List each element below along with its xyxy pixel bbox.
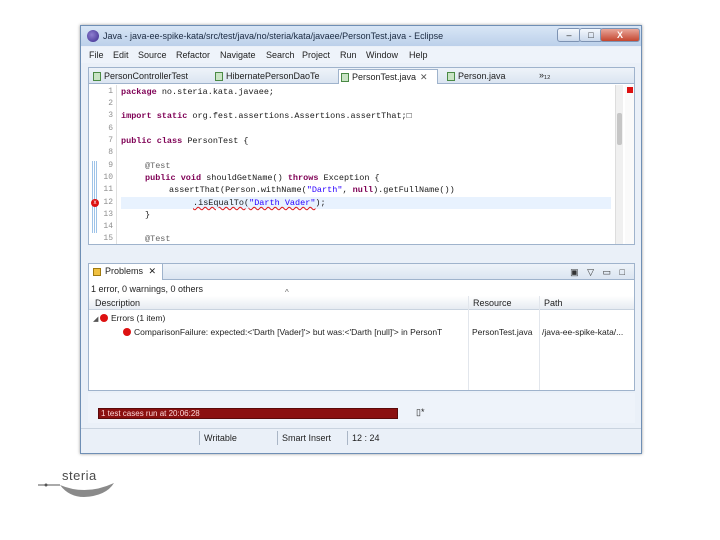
close-tab-icon[interactable]: ✕ <box>149 266 157 276</box>
line-number-gutter: 1 2 3 6 7 8 9 10 11 12 13 14 15 x <box>89 85 117 244</box>
line-number: 2 <box>108 99 113 108</box>
line-number: 3 <box>108 111 113 120</box>
menu-file[interactable]: File <box>89 50 104 60</box>
tab-person-test[interactable]: PersonTest.java ✕ <box>338 69 438 84</box>
collapse-icon: ◢ <box>93 316 99 323</box>
tab-label: PersonControllerTest <box>104 71 189 81</box>
problems-tab-label: Problems <box>105 266 144 276</box>
java-file-icon <box>93 72 101 81</box>
menu-navigate[interactable]: Navigate <box>220 50 256 60</box>
java-file-icon <box>215 72 223 81</box>
tab-person[interactable]: Person.java <box>445 69 525 84</box>
menu-project[interactable]: Project <box>302 50 330 60</box>
code-line: import static org.fest.assertions.Assert… <box>121 111 412 121</box>
code-line: public class PersonTest { <box>121 136 249 146</box>
minimize-button[interactable]: – <box>557 28 581 42</box>
menu-help[interactable]: Help <box>409 50 428 60</box>
problems-view: Problems ✕ ▣ ▽ ▭ □ 1 error, 0 warnings, … <box>88 263 635 391</box>
tab-label: Person.java <box>458 71 506 81</box>
code-line: public void shouldGetName() throws Excep… <box>145 173 380 183</box>
eclipse-window: Java - java-ee-spike-kata/src/test/java/… <box>80 25 642 454</box>
scrollbar-thumb[interactable] <box>617 113 622 145</box>
menu-edit[interactable]: Edit <box>113 50 129 60</box>
menu-window[interactable]: Window <box>366 50 398 60</box>
line-number: 12 <box>103 198 113 207</box>
status-bar: Writable Smart Insert 12 : 24 <box>81 428 641 446</box>
problems-icon <box>93 268 101 276</box>
error-resource: PersonTest.java <box>472 327 533 337</box>
menu-run[interactable]: Run <box>340 50 357 60</box>
line-number: 9 <box>108 161 113 170</box>
column-description[interactable]: Description <box>95 298 140 308</box>
title-bar: Java - java-ee-spike-kata/src/test/java/… <box>81 26 641 46</box>
junit-progress-bar: 1 test cases run at 20:06:28 <box>98 408 398 419</box>
window-title: Java - java-ee-spike-kata/src/test/java/… <box>103 31 444 41</box>
table-row[interactable]: ComparisonFailure: expected:<'Darth [Vad… <box>89 325 634 339</box>
menu-source[interactable]: Source <box>138 50 167 60</box>
code-line: package no.steria.kata.javaee; <box>121 87 275 97</box>
change-marker <box>92 161 98 233</box>
overview-error-marker[interactable] <box>627 87 633 93</box>
code-line: .isEqualTo("Darth Vader"); <box>193 198 326 208</box>
error-path: /java-ee-spike-kata/... <box>542 327 624 337</box>
close-button[interactable]: X <box>600 28 640 42</box>
steria-logo: steria <box>36 466 126 506</box>
error-marker-icon[interactable]: x <box>91 199 99 207</box>
menu-refactor[interactable]: Refactor <box>176 50 210 60</box>
status-insert-mode: Smart Insert <box>277 431 347 445</box>
column-path[interactable]: Path <box>544 298 563 308</box>
line-number: 14 <box>103 222 113 231</box>
code-area[interactable]: package no.steria.kata.javaee; import st… <box>121 85 611 244</box>
problems-table-header: Description Resource Path <box>89 296 634 310</box>
tab-overflow-chevron-icon[interactable]: »₁₂ <box>539 70 551 80</box>
group-label: Errors (1 item) <box>111 313 166 323</box>
java-file-icon <box>447 72 455 81</box>
status-writable: Writable <box>199 431 277 445</box>
problems-tab-bar: Problems ✕ ▣ ▽ ▭ □ <box>89 264 634 280</box>
problems-summary: 1 error, 0 warnings, 0 others <box>91 284 204 294</box>
eclipse-app-icon <box>87 30 99 42</box>
tab-hibernate-person-dao-test[interactable]: HibernatePersonDaoTe <box>213 69 333 84</box>
line-number: 11 <box>103 185 113 194</box>
table-row[interactable]: ◢ Errors (1 item) <box>89 311 634 325</box>
line-number: 8 <box>108 148 113 157</box>
error-icon <box>123 328 131 336</box>
java-file-icon <box>341 73 349 82</box>
error-icon <box>100 314 108 322</box>
line-number: 1 <box>108 87 113 96</box>
line-number: 6 <box>108 124 113 133</box>
tab-label: PersonTest.java <box>352 72 417 82</box>
editor-vertical-scrollbar[interactable] <box>615 85 623 244</box>
junit-status: 1 test cases run at 20:06:28 ▯* <box>88 393 635 423</box>
line-number: 10 <box>103 173 113 182</box>
menu-search[interactable]: Search <box>266 50 295 60</box>
code-line: } <box>145 210 151 220</box>
tab-problems[interactable]: Problems ✕ <box>89 264 163 280</box>
description-text: ComparisonFailure: expected:<'Darth [Vad… <box>134 327 443 337</box>
view-menu-buttons[interactable]: ▣ ▽ ▭ □ <box>570 267 628 278</box>
tab-person-controller-test[interactable]: PersonControllerTest <box>91 69 211 84</box>
code-line: assertThat(Person.withName("Darth", null… <box>169 185 455 195</box>
code-editor: PersonControllerTest HibernatePersonDaoT… <box>88 67 635 245</box>
close-tab-icon[interactable]: ✕ <box>420 72 428 82</box>
junit-icon[interactable]: ▯* <box>416 407 424 418</box>
line-number: 7 <box>108 136 113 145</box>
line-number: 15 <box>103 234 113 243</box>
logo-wordmark: steria <box>62 468 97 483</box>
tab-label: HibernatePersonDaoTe <box>226 71 320 81</box>
line-number: 13 <box>103 210 113 219</box>
code-line: @Test <box>145 234 171 244</box>
error-group[interactable]: ◢ Errors (1 item) <box>93 313 165 323</box>
error-description[interactable]: ComparisonFailure: expected:<'Darth [Vad… <box>123 327 467 337</box>
editor-tab-bar: PersonControllerTest HibernatePersonDaoT… <box>89 68 634 84</box>
menu-bar: File Edit Source Refactor Navigate Searc… <box>81 47 641 63</box>
overview-ruler[interactable] <box>625 85 634 244</box>
status-cursor-position: 12 : 24 <box>347 431 417 445</box>
code-line: @Test <box>145 161 171 171</box>
column-resource[interactable]: Resource <box>473 298 512 308</box>
